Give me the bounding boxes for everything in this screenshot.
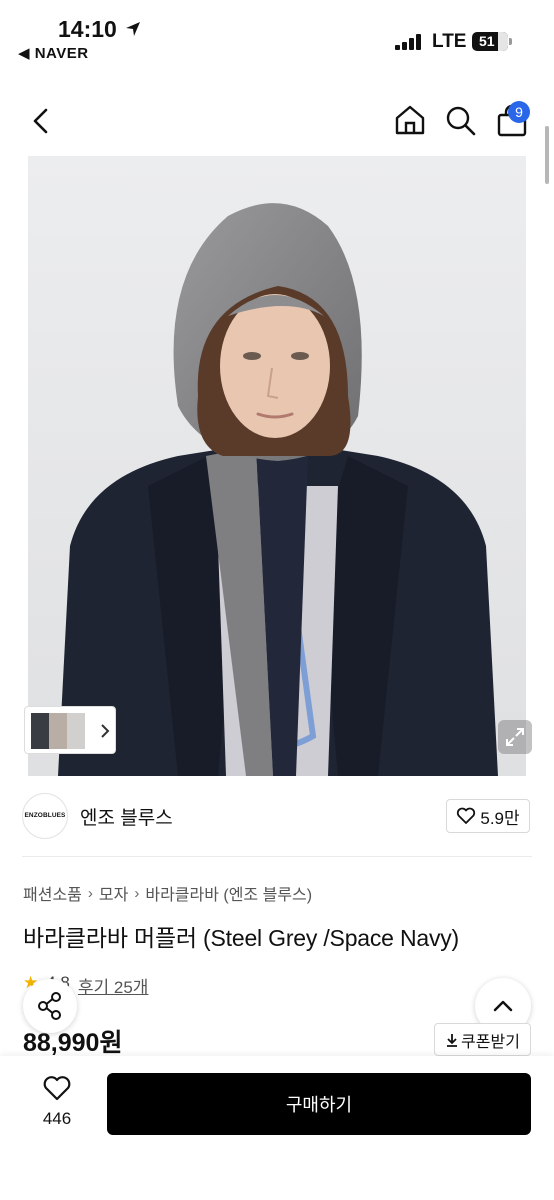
brand-like-count: 5.9만 xyxy=(480,808,520,828)
product-image[interactable] xyxy=(28,156,526,776)
wishlist-count: 446 xyxy=(42,1109,72,1128)
chevron-right-icon: › xyxy=(134,884,140,902)
review-link[interactable]: 후기 25개 xyxy=(78,973,149,998)
signal-icon xyxy=(395,34,423,50)
divider xyxy=(22,856,532,857)
brand-name[interactable]: 엔조 블루스 xyxy=(80,803,173,830)
brand-logo[interactable]: ENZOBLUES xyxy=(22,793,68,839)
download-icon xyxy=(447,1033,458,1047)
location-arrow-icon xyxy=(126,22,140,36)
search-icon[interactable] xyxy=(444,104,478,138)
breadcrumb-item[interactable]: 바라클라바 (엔조 블루스) xyxy=(145,881,312,905)
network-type: LTE xyxy=(432,31,467,52)
wishlist-button[interactable] xyxy=(30,1074,84,1107)
brand-like-button[interactable]: 5.9만 xyxy=(446,799,530,833)
product-title: 바라클라바 머플러 (Steel Grey /Space Navy) xyxy=(23,925,460,951)
buy-button[interactable]: 구매하기 xyxy=(107,1073,531,1135)
expand-icon xyxy=(506,728,524,746)
scrollbar[interactable] xyxy=(545,126,549,184)
home-icon[interactable] xyxy=(393,103,427,137)
chevron-right-icon: › xyxy=(87,884,93,902)
coupon-download-button[interactable]: 쿠폰받기 xyxy=(434,1023,531,1056)
breadcrumb-item[interactable]: 패션소품 xyxy=(23,881,82,905)
back-to-app-link[interactable]: ◀ NAVER xyxy=(18,44,89,62)
back-chevron-icon[interactable] xyxy=(28,106,54,136)
battery-icon: 51 xyxy=(472,32,512,51)
expand-image-button[interactable] xyxy=(498,720,532,754)
status-time: 14:10 xyxy=(58,16,117,42)
image-thumbnails-button[interactable] xyxy=(24,706,116,754)
cart-count-badge: 9 xyxy=(508,101,530,123)
chevron-right-icon xyxy=(101,724,110,738)
heart-outline-icon xyxy=(457,807,476,824)
model-photo xyxy=(28,156,526,776)
coupon-label: 쿠폰받기 xyxy=(461,1033,520,1051)
breadcrumb: 패션소품 › 모자 › 바라클라바 (엔조 블루스) xyxy=(23,881,312,905)
heart-outline-icon xyxy=(43,1076,71,1101)
breadcrumb-item[interactable]: 모자 xyxy=(99,881,128,905)
product-price: 88,990원 xyxy=(23,1029,123,1057)
status-bar: 14:10 ◀ NAVER LTE 51 xyxy=(0,0,554,70)
battery-level: 51 xyxy=(479,33,495,49)
